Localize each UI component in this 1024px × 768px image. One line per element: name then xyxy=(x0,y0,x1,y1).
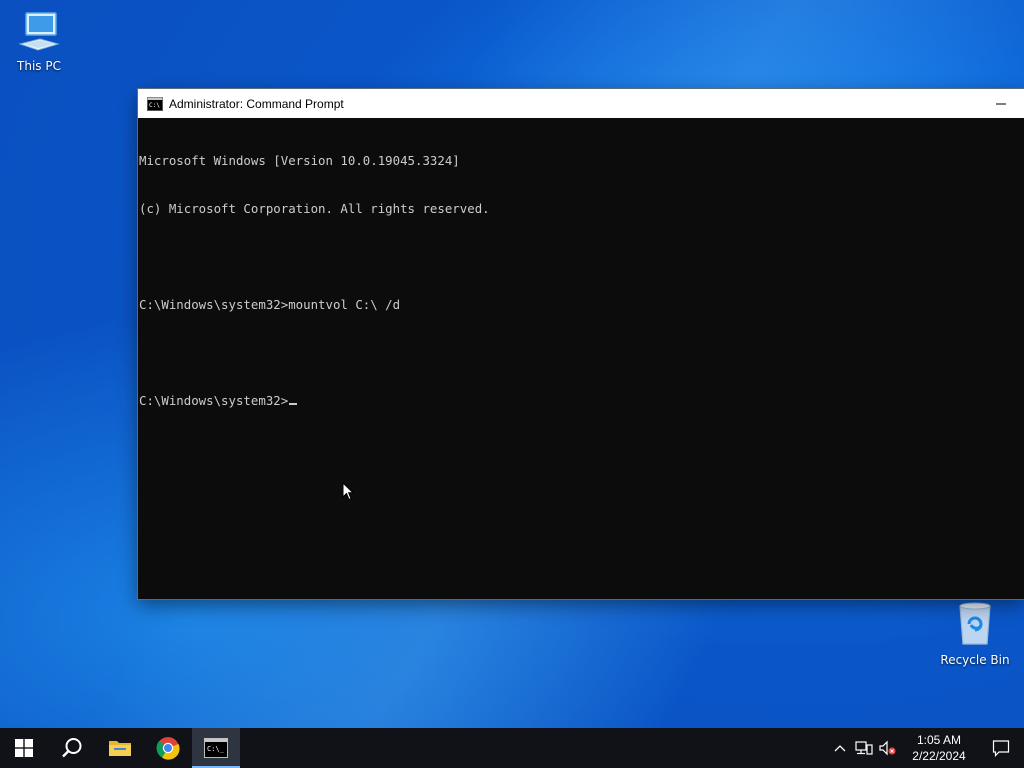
svg-text:C:\: C:\ xyxy=(149,102,160,109)
chrome-button[interactable] xyxy=(144,728,192,768)
search-button[interactable] xyxy=(48,728,96,768)
computer-icon xyxy=(1,8,77,57)
volume-button[interactable] xyxy=(876,728,900,768)
volume-muted-icon xyxy=(879,740,896,756)
desktop-icon-recycle-bin[interactable]: Recycle Bin xyxy=(937,600,1013,667)
console-line: Microsoft Windows [Version 10.0.19045.33… xyxy=(139,153,460,168)
network-icon xyxy=(855,741,873,755)
desktop-icon-this-pc[interactable]: This PC xyxy=(1,8,77,73)
windows-logo-icon xyxy=(15,739,33,757)
system-tray: 1:05 AM 2/22/2024 xyxy=(828,728,1024,768)
desktop-icon-label: This PC xyxy=(17,59,61,73)
recycle-bin-icon xyxy=(937,600,1013,651)
clock-date: 2/22/2024 xyxy=(912,749,966,763)
clock-time: 1:05 AM xyxy=(916,733,962,747)
taskbar-clock[interactable]: 1:05 AM 2/22/2024 xyxy=(900,732,978,764)
folder-icon xyxy=(109,741,131,756)
start-button[interactable] xyxy=(0,728,48,768)
network-button[interactable] xyxy=(852,728,876,768)
notification-icon xyxy=(992,740,1010,757)
action-center-button[interactable] xyxy=(978,728,1024,768)
console-line: C:\Windows\system32>mountvol C:\ /d xyxy=(139,297,401,312)
cmd-icon: C:\ xyxy=(147,96,163,111)
desktop-icon-label: Recycle Bin xyxy=(940,653,1010,667)
window-titlebar[interactable]: C:\ Administrator: Command Prompt xyxy=(138,89,1024,118)
taskbar: C:\_ 1:05 AM 2/22/2024 xyxy=(0,728,1024,768)
window-title: Administrator: Command Prompt xyxy=(169,96,344,111)
show-hidden-icons-button[interactable] xyxy=(828,728,852,768)
cmd-icon: C:\_ xyxy=(204,738,228,758)
console-output[interactable]: Microsoft Windows [Version 10.0.19045.33… xyxy=(138,118,1024,441)
command-prompt-taskbar-button[interactable]: C:\_ xyxy=(192,728,240,768)
chrome-icon xyxy=(156,737,180,760)
console-prompt: C:\Windows\system32> xyxy=(139,393,289,408)
console-prompt-line[interactable]: C:\Windows\system32> xyxy=(139,393,1024,409)
command-prompt-window[interactable]: C:\ Administrator: Command Prompt Micros… xyxy=(138,89,1024,599)
file-explorer-button[interactable] xyxy=(96,728,144,768)
chevron-up-icon xyxy=(834,745,846,752)
minimize-button[interactable] xyxy=(978,89,1024,118)
search-icon xyxy=(62,738,82,758)
svg-text:C:\_: C:\_ xyxy=(207,745,225,753)
mouse-pointer-icon xyxy=(342,481,355,505)
console-line: (c) Microsoft Corporation. All rights re… xyxy=(139,201,490,216)
text-cursor xyxy=(289,403,298,405)
minimize-icon xyxy=(996,103,1006,104)
